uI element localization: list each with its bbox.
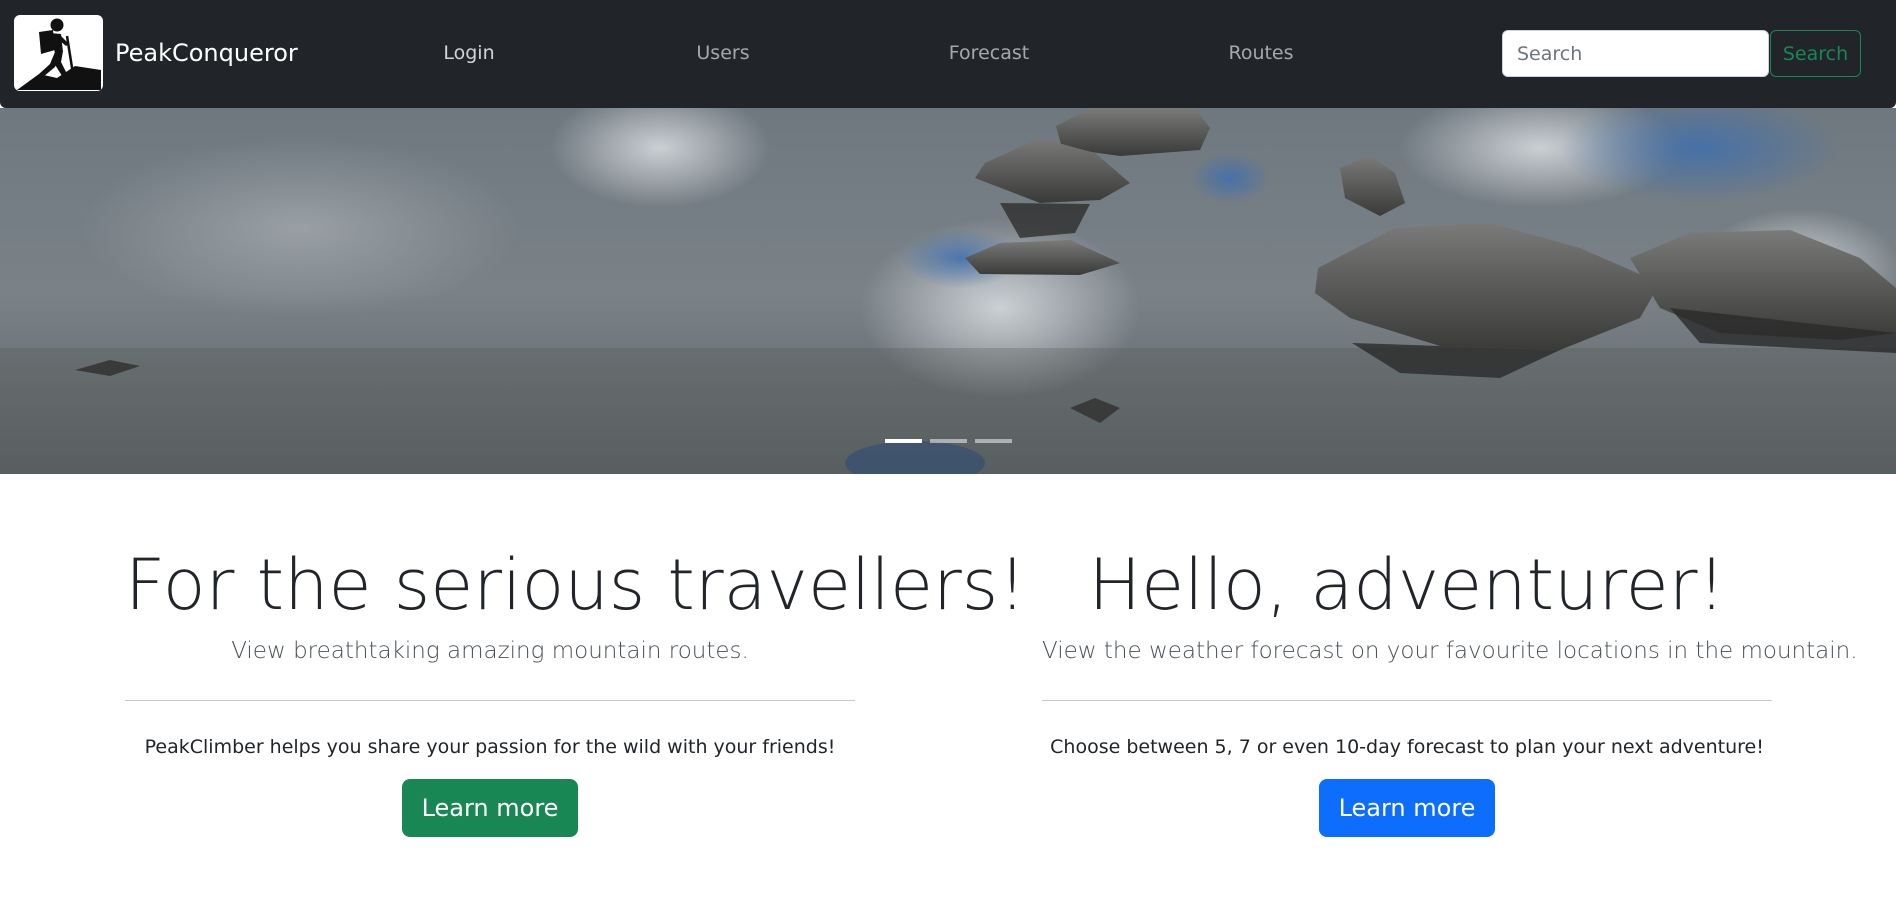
feature-body: PeakClimber helps you share your passion… <box>144 736 836 758</box>
divider <box>1042 700 1772 701</box>
feature-heading: For the serious travellers! <box>125 544 1027 626</box>
feature-body: Choose between 5, 7 or even 10-day forec… <box>1050 736 1764 758</box>
carousel-indicator-1[interactable] <box>884 439 922 443</box>
hiker-icon[interactable] <box>14 15 103 91</box>
feature-heading: Hello, adventurer! <box>1088 544 1726 626</box>
brand-name[interactable]: PeakConqueror <box>115 39 298 67</box>
search-button[interactable]: Search <box>1770 30 1861 77</box>
feature-routes: For the serious travellers! View breatht… <box>125 540 1027 837</box>
feature-forecast: Hello, adventurer! View the weather fore… <box>1042 540 1858 837</box>
nav-users[interactable]: Users <box>696 42 749 64</box>
divider <box>125 700 855 701</box>
nav-login[interactable]: Login <box>443 42 494 64</box>
carousel-indicator-2[interactable] <box>929 439 967 443</box>
nav-routes[interactable]: Routes <box>1228 42 1293 64</box>
carousel-indicator-3[interactable] <box>974 439 1012 443</box>
learn-more-button-forecast[interactable]: Learn more <box>1318 779 1496 837</box>
feature-lead: View breathtaking amazing mountain route… <box>231 638 749 664</box>
search-input[interactable] <box>1502 30 1769 77</box>
nav-forecast[interactable]: Forecast <box>949 42 1029 64</box>
navbar: PeakConqueror Login Users Forecast Route… <box>0 0 1896 108</box>
brand[interactable]: PeakConqueror <box>14 15 298 91</box>
hero-carousel[interactable] <box>0 108 1896 474</box>
learn-more-button-routes[interactable]: Learn more <box>401 779 579 837</box>
feature-lead: View the weather forecast on your favour… <box>1042 638 1858 664</box>
carousel-slide-image <box>0 108 1896 474</box>
carousel-indicators <box>0 439 1896 443</box>
